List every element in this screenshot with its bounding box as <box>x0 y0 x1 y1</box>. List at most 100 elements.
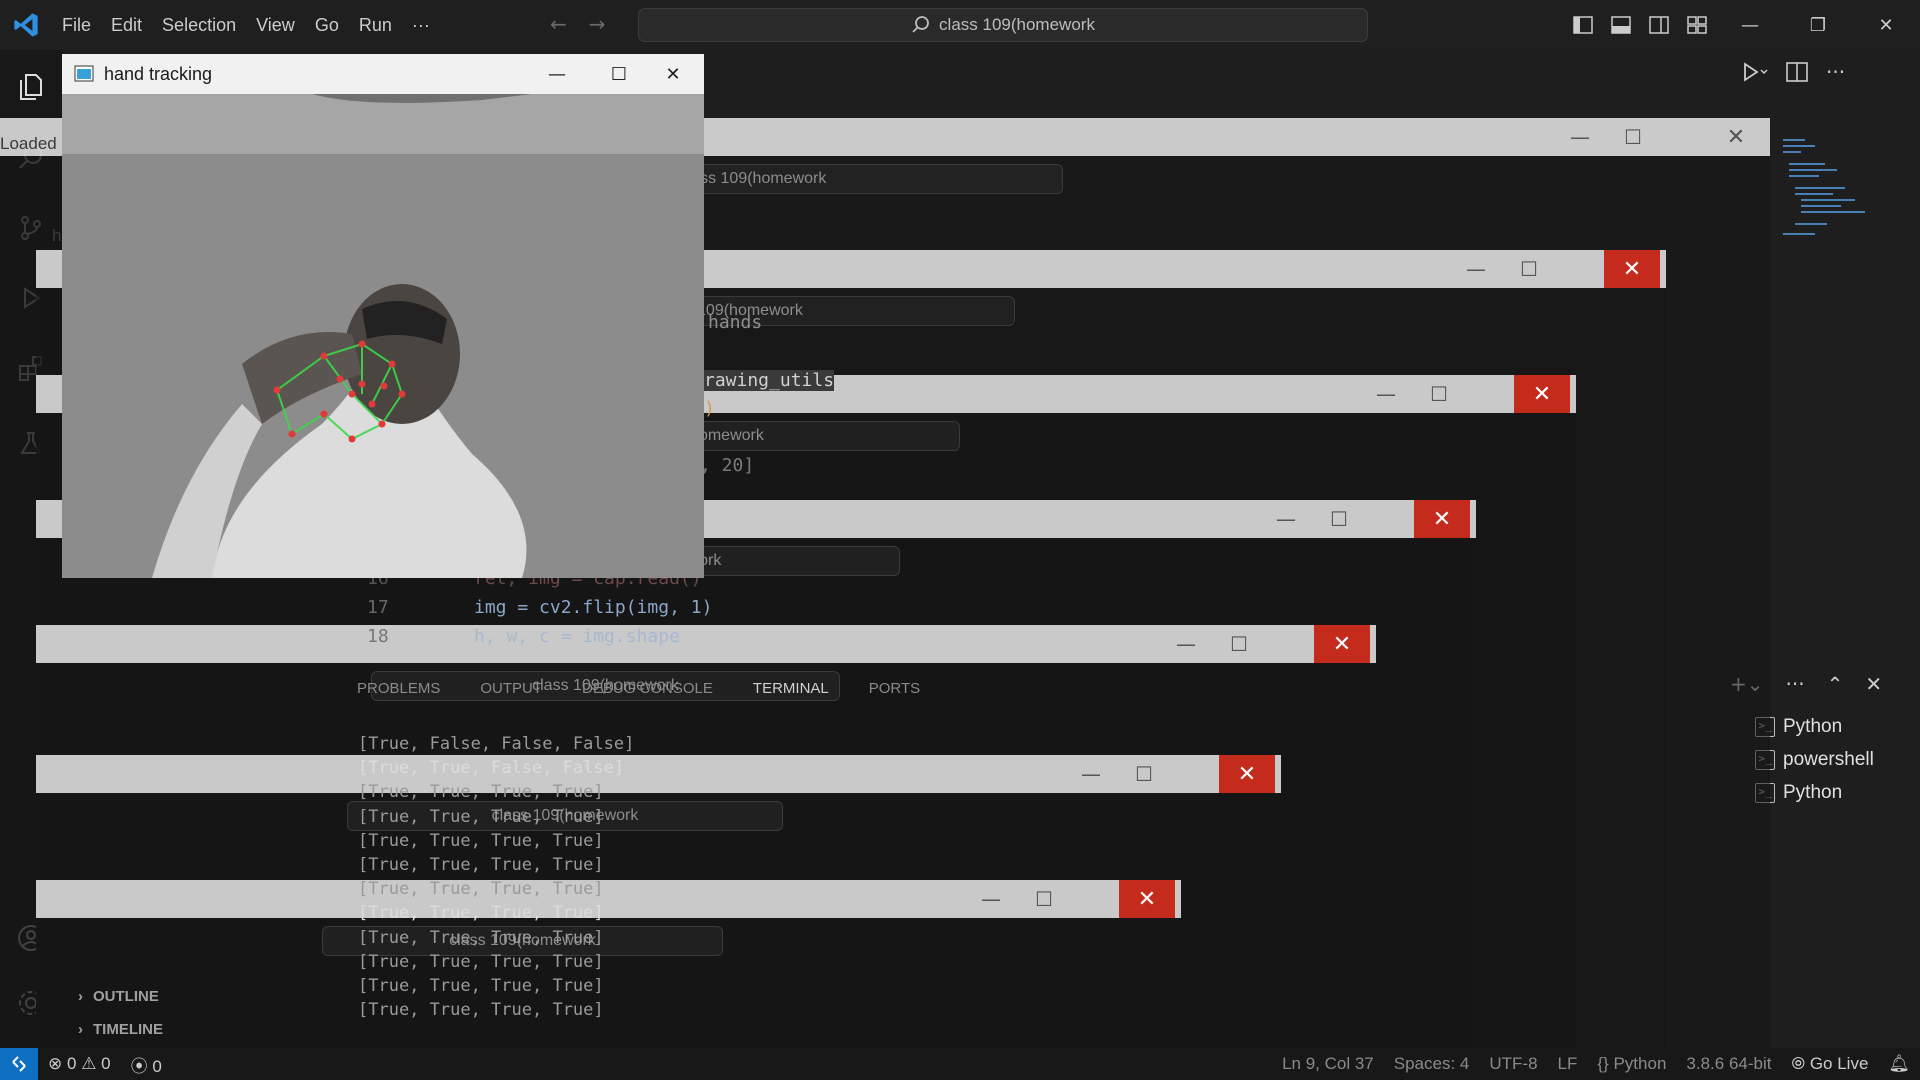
minimize-icon: — <box>981 887 1001 911</box>
close-window-icon[interactable]: ✕ <box>1852 0 1920 50</box>
maximize-icon: ☐ <box>1330 507 1348 531</box>
minimize-icon: — <box>1376 382 1396 406</box>
terminal-list: >_Python >_powershell >_Python <box>1755 710 1920 809</box>
tab-ports[interactable]: PORTS <box>869 680 920 697</box>
hand-tracking-titlebar[interactable]: hand tracking — ☐ ✕ <box>62 54 704 94</box>
close-panel-icon[interactable]: ✕ <box>1865 672 1882 696</box>
maximize-icon: ☐ <box>1520 257 1538 281</box>
run-file-icon[interactable] <box>1740 61 1768 83</box>
timeline-label: TIMELINE <box>93 1021 163 1038</box>
vscode-logo-icon <box>0 0 52 50</box>
terminal-line: [True, True, True, True] <box>358 879 604 900</box>
maximize-icon: ☐ <box>1230 632 1248 656</box>
maximize-icon[interactable]: ☐ <box>588 54 650 94</box>
language-label: Python <box>1613 1054 1667 1073</box>
menu-more-icon[interactable]: ··· <box>402 0 440 50</box>
title-bar: File Edit Selection View Go Run ··· ← → … <box>0 0 1920 50</box>
outline-section[interactable]: › OUTLINE <box>78 988 159 1005</box>
ports-icon: ⦿ <box>130 1056 148 1076</box>
menu-file[interactable]: File <box>52 0 101 50</box>
minimize-icon: — <box>1466 257 1486 281</box>
braces-icon: {} <box>1597 1054 1609 1073</box>
outline-label: OUTLINE <box>93 988 159 1005</box>
close-icon[interactable]: ✕ <box>642 54 704 94</box>
encoding[interactable]: UTF-8 <box>1479 1054 1547 1074</box>
back-arrow-icon[interactable]: ← <box>550 12 567 36</box>
tab-terminal[interactable]: TERMINAL <box>753 680 829 697</box>
menu-run[interactable]: Run <box>349 0 402 50</box>
terminal-item[interactable]: >_Python <box>1755 710 1920 743</box>
language-mode[interactable]: {} Python <box>1587 1054 1676 1074</box>
terminal-line: [True, True, True, True] <box>358 855 604 876</box>
menu-view[interactable]: View <box>246 0 305 50</box>
python-interpreter[interactable]: 3.8.6 64-bit <box>1676 1054 1781 1074</box>
menu-selection[interactable]: Selection <box>152 0 246 50</box>
explorer-icon[interactable] <box>13 68 49 104</box>
error-icon: ⊗ <box>48 1054 63 1073</box>
restore-window-icon[interactable]: ❐ <box>1784 0 1852 50</box>
terminal-label: Python <box>1783 781 1843 803</box>
menu-edit[interactable]: Edit <box>101 0 152 50</box>
minimize-icon: — <box>1570 125 1590 149</box>
tab-problems[interactable]: PROBLEMS <box>357 680 440 697</box>
go-live-button[interactable]: ⦾ Go Live <box>1781 1054 1878 1074</box>
indentation[interactable]: Spaces: 4 <box>1384 1054 1480 1074</box>
tab-output[interactable]: OUTPUT <box>480 680 542 697</box>
minimize-window-icon[interactable]: — <box>1716 0 1784 50</box>
echo-close-icon: ✕ <box>1514 375 1570 413</box>
remote-indicator-icon[interactable] <box>0 1048 38 1080</box>
maximize-icon: ☐ <box>1035 887 1053 911</box>
menu-bar: File Edit Selection View Go Run ··· <box>52 0 440 50</box>
terminal-line: [True, True, True, True] <box>358 927 604 948</box>
timeline-section[interactable]: › TIMELINE <box>78 1021 163 1038</box>
nav-arrows: ← → <box>550 12 606 36</box>
hand-tracking-window[interactable]: hand tracking — ☐ ✕ <box>62 54 704 578</box>
toggle-panel-icon[interactable] <box>1602 0 1640 50</box>
minimize-icon: — <box>1176 632 1196 656</box>
editor-more-icon[interactable]: ··· <box>1826 60 1845 84</box>
notifications-bell-icon[interactable]: 🔔︎ <box>1878 1054 1920 1074</box>
terminal-label: Python <box>1783 715 1843 737</box>
status-right: Ln 9, Col 37 Spaces: 4 UTF-8 LF {} Pytho… <box>1272 1048 1920 1080</box>
app-window-icon <box>74 65 94 82</box>
ports-count: 0 <box>152 1056 162 1076</box>
panel-tabs: PROBLEMS OUTPUT DEBUG CONSOLE TERMINAL P… <box>357 680 920 697</box>
minimap <box>1775 130 1885 250</box>
code-line: img = cv2.flip(img, 1) <box>474 597 713 618</box>
minimize-icon: — <box>1276 507 1296 531</box>
warning-count: 0 <box>101 1054 111 1073</box>
split-editor-icon[interactable] <box>1786 62 1808 82</box>
cursor-position[interactable]: Ln 9, Col 37 <box>1272 1054 1384 1074</box>
panel-more-icon[interactable]: ··· <box>1786 672 1805 696</box>
toggle-sidebar-icon[interactable] <box>1564 0 1602 50</box>
terminal-line: [True, True, True, True] <box>358 951 604 972</box>
terminal-line: [True, True, True, True] <box>358 976 604 997</box>
menu-go[interactable]: Go <box>305 0 349 50</box>
echo-close-icon: ✕ <box>1414 500 1470 538</box>
command-center-search[interactable]: class 109(homework <box>638 8 1368 42</box>
toggle-secondary-sidebar-icon[interactable] <box>1640 0 1678 50</box>
problems-status[interactable]: ⊗ 0 ⚠ 0 <box>38 1054 121 1074</box>
tab-debug-console[interactable]: DEBUG CONSOLE <box>582 680 713 697</box>
customize-layout-icon[interactable] <box>1678 0 1716 50</box>
line-ending[interactable]: LF <box>1548 1054 1588 1074</box>
ports-status[interactable]: ⦿ 0 <box>121 1052 172 1077</box>
terminal-line: [True, False, False, False] <box>358 734 635 754</box>
minimize-icon[interactable]: — <box>526 54 588 94</box>
terminal-output: [True, False, False, False] [True, True, … <box>358 732 634 1022</box>
line-number: 18 <box>367 626 389 647</box>
terminal-item[interactable]: >_powershell <box>1755 743 1920 776</box>
echo-window-controls: — ☐ <box>981 880 1053 918</box>
line-number: 17 <box>367 597 389 618</box>
terminal-item[interactable]: >_Python <box>1755 776 1920 809</box>
error-count: 0 <box>66 1054 77 1073</box>
camera-feed <box>62 94 704 578</box>
window-title: hand tracking <box>104 63 213 84</box>
minimize-icon: — <box>1081 762 1101 786</box>
terminal-line: [True, True, True, True] <box>358 903 604 924</box>
terminal-line: [True, True, True, True] <box>358 782 604 803</box>
search-icon <box>912 16 929 33</box>
chevron-right-icon: › <box>78 1021 83 1038</box>
forward-arrow-icon[interactable]: → <box>589 12 606 36</box>
maximize-panel-icon[interactable]: ⌃ <box>1827 672 1844 696</box>
